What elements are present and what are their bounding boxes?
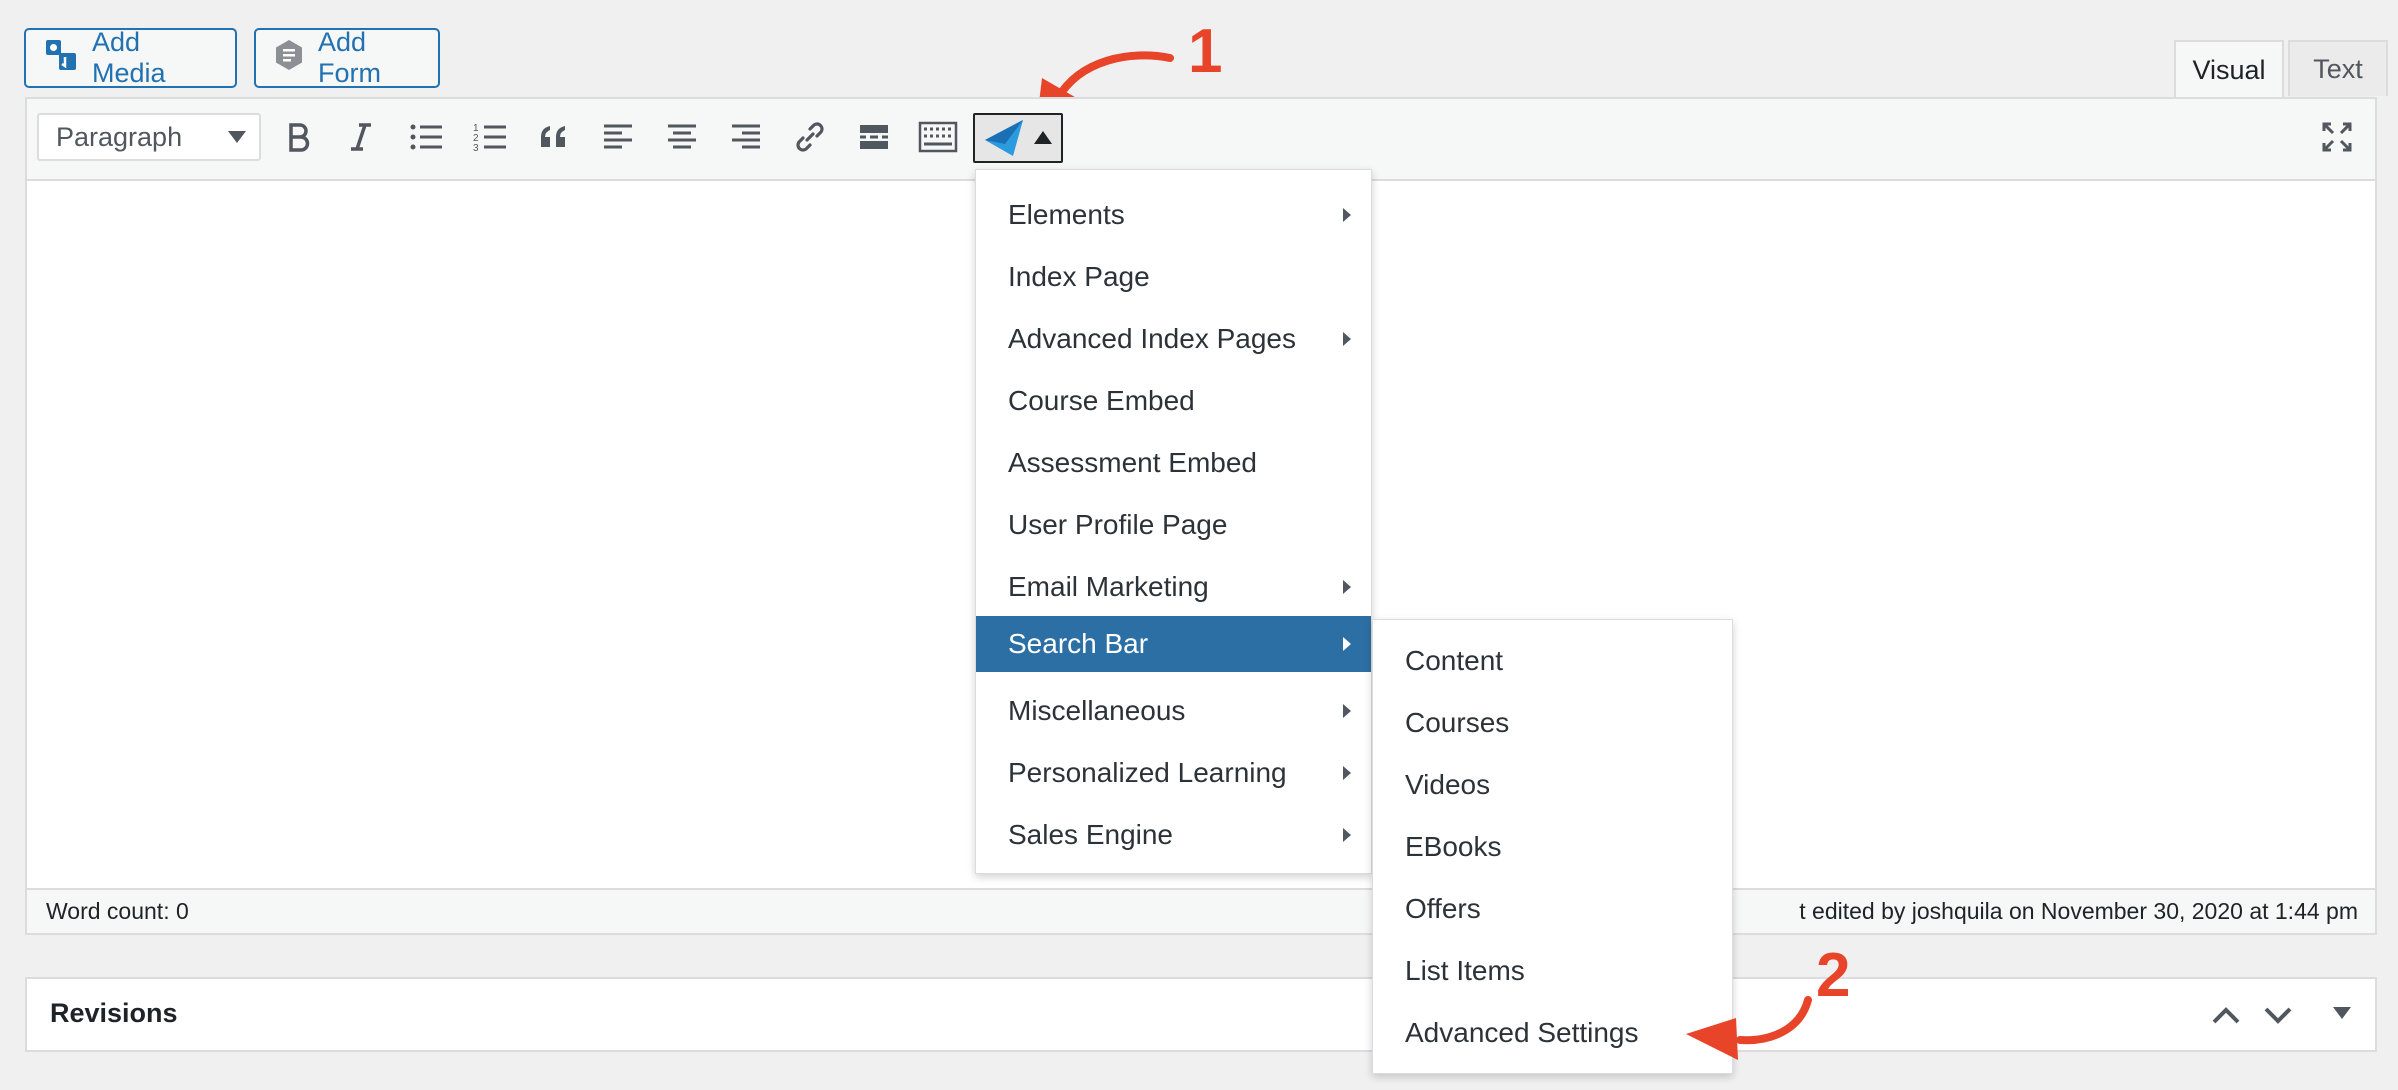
add-media-button[interactable]: Add Media (24, 27, 237, 88)
submenu-item-videos[interactable]: Videos (1373, 757, 1732, 813)
submenu-item-courses[interactable]: Courses (1373, 695, 1732, 751)
menu-item-search-bar[interactable]: Search Bar (976, 616, 1371, 672)
tab-text[interactable]: Text (2288, 40, 2388, 96)
add-media-label: Add Media (92, 27, 166, 88)
menu-item-advanced-index-pages[interactable]: Advanced Index Pages (976, 311, 1371, 367)
menu-item-label: Elements (1008, 199, 1125, 230)
menu-item-label: Advanced Index Pages (1008, 323, 1296, 354)
menu-item-user-profile-page[interactable]: User Profile Page (976, 497, 1371, 553)
last-edited-text: t edited by joshquila on November 30, 20… (1799, 898, 2358, 924)
plugin-dropdown-menu: Elements Index Page Advanced Index Pages… (975, 169, 1372, 874)
blockquote-icon[interactable] (530, 113, 578, 161)
align-right-icon[interactable] (722, 113, 770, 161)
toolbar-toggle-icon[interactable] (914, 113, 962, 161)
media-icon (44, 38, 78, 79)
menu-item-label: Search Bar (1008, 628, 1149, 659)
menu-item-elements[interactable]: Elements (976, 187, 1371, 243)
chevron-right-icon (1343, 208, 1351, 222)
bold-icon[interactable] (275, 113, 323, 161)
caret-up-icon (1034, 131, 1052, 144)
chevron-right-icon (1343, 828, 1351, 842)
revisions-title: Revisions (50, 998, 178, 1028)
submenu-item-offers[interactable]: Offers (1373, 881, 1732, 937)
search-bar-submenu: Content Courses Videos EBooks Offers Lis… (1372, 619, 1733, 1074)
format-select[interactable]: Paragraph (37, 113, 261, 161)
menu-item-label: Email Marketing (1008, 571, 1209, 602)
svg-text:3: 3 (473, 143, 479, 153)
add-form-button[interactable]: Add Form (254, 27, 440, 88)
italic-icon[interactable] (337, 113, 385, 161)
menu-item-label: Index Page (1008, 261, 1150, 292)
menu-item-label: Miscellaneous (1008, 695, 1186, 726)
align-left-icon[interactable] (594, 113, 642, 161)
chevron-right-icon (1343, 637, 1351, 651)
add-form-label: Add Form (318, 27, 381, 88)
menu-item-index-page[interactable]: Index Page (976, 249, 1371, 305)
revisions-panel (25, 977, 2377, 1052)
annotation-arrow-2 (1686, 996, 1812, 1060)
numbered-list-icon[interactable]: 123 (466, 113, 514, 161)
bulleted-list-icon[interactable] (402, 113, 450, 161)
menu-item-email-marketing[interactable]: Email Marketing (976, 559, 1371, 615)
menu-item-label: User Profile Page (1008, 509, 1228, 540)
menu-item-label: Personalized Learning (1008, 757, 1287, 788)
align-center-icon[interactable] (658, 113, 706, 161)
chevron-down-icon (228, 131, 246, 143)
menu-item-sales-engine[interactable]: Sales Engine (976, 807, 1371, 863)
plugin-paper-plane-icon (983, 118, 1025, 163)
read-more-icon[interactable] (850, 113, 898, 161)
word-count: Word count: 0 (46, 898, 189, 924)
menu-item-miscellaneous[interactable]: Miscellaneous (976, 683, 1371, 739)
submenu-item-list-items[interactable]: List Items (1373, 943, 1732, 999)
move-up-icon[interactable] (2210, 1000, 2242, 1035)
chevron-right-icon (1343, 766, 1351, 780)
link-icon[interactable] (786, 113, 834, 161)
submenu-item-ebooks[interactable]: EBooks (1373, 819, 1732, 875)
chevron-right-icon (1343, 704, 1351, 718)
toggle-panel-icon[interactable] (2333, 1007, 2351, 1019)
menu-item-assessment-embed[interactable]: Assessment Embed (976, 435, 1371, 491)
chevron-right-icon (1343, 332, 1351, 346)
move-down-icon[interactable] (2262, 1000, 2294, 1035)
submenu-item-content[interactable]: Content (1373, 633, 1732, 689)
menu-item-label: Sales Engine (1008, 819, 1174, 850)
form-icon (274, 39, 304, 78)
fullscreen-icon[interactable] (2313, 113, 2361, 161)
annotation-label-1: 1 (1188, 17, 1223, 86)
format-select-value: Paragraph (56, 121, 183, 152)
tab-visual[interactable]: Visual (2174, 40, 2284, 99)
menu-item-personalized-learning[interactable]: Personalized Learning (976, 745, 1371, 801)
chevron-right-icon (1343, 580, 1351, 594)
menu-item-label: Assessment Embed (1008, 447, 1257, 478)
menu-item-label: Course Embed (1008, 385, 1195, 416)
menu-item-course-embed[interactable]: Course Embed (976, 373, 1371, 429)
submenu-item-advanced-settings[interactable]: Advanced Settings (1373, 1005, 1732, 1061)
